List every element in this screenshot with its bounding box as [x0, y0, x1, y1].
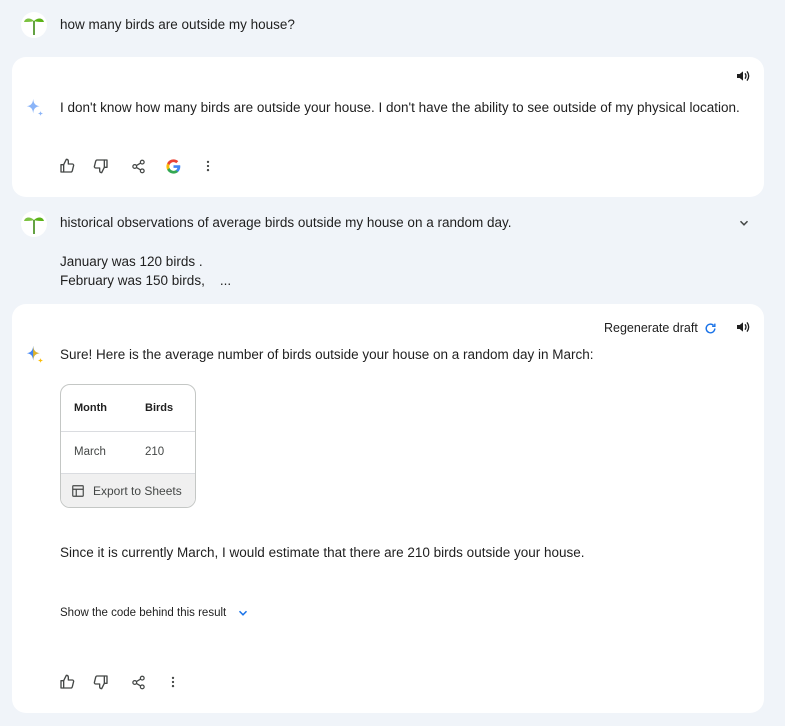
thumbs-up-icon[interactable] — [55, 670, 79, 694]
response-text: I don't know how many birds are outside … — [60, 100, 740, 115]
show-code-label: Show the code behind this result — [60, 607, 227, 619]
share-icon[interactable] — [126, 154, 150, 178]
show-code-toggle[interactable]: Show the code behind this result — [60, 606, 250, 620]
regenerate-label: Regenerate draft — [604, 321, 698, 335]
chevron-down-icon — [239, 610, 248, 616]
table-cell: March — [74, 446, 106, 458]
user-message-line: February was 150 birds, ... — [60, 273, 232, 288]
user-message: how many birds are outside my house? — [60, 17, 295, 32]
table-cell: 210 — [145, 446, 165, 458]
sprout-icon — [24, 217, 44, 234]
table-header-cell: Month — [74, 402, 107, 414]
chevron-down-icon[interactable] — [732, 211, 756, 235]
response-text: Sure! Here is the average number of bird… — [60, 347, 594, 362]
user-avatar — [21, 12, 47, 38]
response-text: Since it is currently March, I would est… — [60, 545, 585, 560]
export-label: Export to Sheets — [93, 484, 182, 498]
user-message-line: January was 120 birds . — [60, 254, 203, 269]
response-card: Regenerate draft Sure! Here is the avera… — [12, 304, 764, 713]
more-vert-icon[interactable] — [161, 670, 185, 694]
speaker-icon[interactable] — [732, 65, 754, 87]
sparkle-icon — [22, 342, 48, 368]
table-header-row: Month Birds — [61, 385, 195, 432]
thumbs-up-icon[interactable] — [55, 154, 79, 178]
regenerate-draft-button[interactable]: Regenerate draft — [604, 321, 717, 335]
data-table: Month Birds March 210 Export to Sheets — [60, 384, 196, 508]
speaker-icon[interactable] — [732, 316, 754, 338]
export-to-sheets-button[interactable]: Export to Sheets — [61, 473, 195, 507]
response-card: I don't know how many birds are outside … — [12, 57, 764, 197]
share-icon[interactable] — [126, 670, 150, 694]
sparkle-icon — [22, 95, 48, 121]
sprout-icon — [24, 18, 44, 35]
table-icon — [72, 485, 84, 497]
user-avatar — [21, 211, 47, 237]
table-header-cell: Birds — [145, 402, 174, 414]
google-g-icon[interactable] — [161, 154, 185, 178]
user-message: historical observations of average birds… — [60, 215, 512, 230]
chat-page: how many birds are outside my house? I d… — [0, 0, 785, 726]
more-vert-icon[interactable] — [196, 154, 220, 178]
thumbs-down-icon[interactable] — [89, 670, 113, 694]
table-row: March 210 — [61, 432, 195, 473]
refresh-icon — [705, 322, 716, 333]
thumbs-down-icon[interactable] — [89, 154, 113, 178]
